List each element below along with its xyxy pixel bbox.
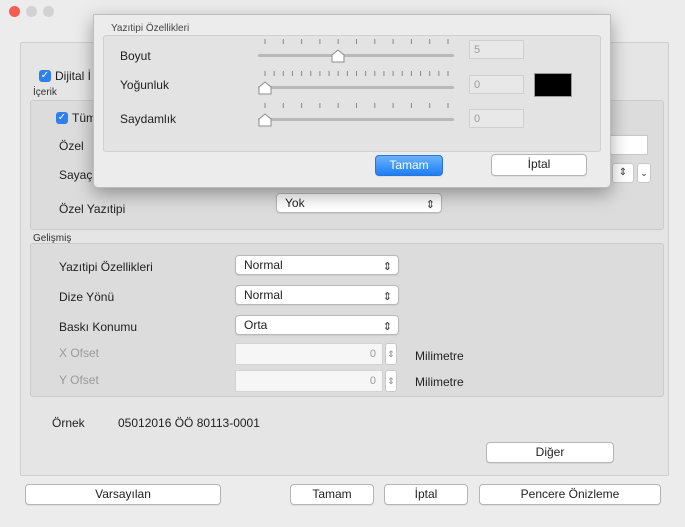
cancel-button[interactable]: İptal xyxy=(384,484,468,505)
font-properties-dialog: Yazıtipi Özellikleri Boyut 5 Yoğunluk 0 … xyxy=(93,14,611,188)
transparency-value-field[interactable]: 0 xyxy=(469,109,524,128)
sample-value: 05012016 ÖÖ 80113-0001 xyxy=(118,416,260,430)
popup-arrows-icon: ⇕ xyxy=(382,321,392,333)
x-offset-unit: Milimetre xyxy=(415,349,464,363)
popup-arrows-icon: ⇕ xyxy=(425,199,435,211)
font-props-label: Yazıtipi Özellikleri xyxy=(59,260,153,274)
custom-font-label: Özel Yazıtipi xyxy=(59,202,126,216)
transparency-slider[interactable] xyxy=(254,99,459,129)
popup-arrows-icon: ⇕ xyxy=(382,291,392,303)
all-checkbox[interactable]: ✓ xyxy=(56,112,68,124)
dialog-ok-button[interactable]: Tamam xyxy=(375,155,443,176)
print-position-popup[interactable]: Orta ⇕ xyxy=(235,315,399,335)
counter-dropdown-arrow[interactable]: ⌄ xyxy=(637,163,651,183)
transparency-slider-track xyxy=(258,118,454,121)
x-offset-value: 0 xyxy=(369,348,376,360)
size-slider-knob[interactable] xyxy=(331,49,345,63)
size-slider-track xyxy=(258,54,454,57)
dialog-title: Yazıtipi Özellikleri xyxy=(111,23,190,34)
density-slider[interactable] xyxy=(254,67,459,97)
font-props-value: Normal xyxy=(244,258,283,272)
x-offset-field[interactable]: 0 xyxy=(235,343,383,365)
transparency-slider-ticks xyxy=(264,103,449,108)
density-slider-track xyxy=(258,86,454,89)
minimize-window-button[interactable] xyxy=(26,6,37,17)
string-direction-popup[interactable]: Normal ⇕ xyxy=(235,285,399,305)
size-label: Boyut xyxy=(120,49,151,63)
y-offset-value: 0 xyxy=(369,375,376,387)
density-slider-ticks xyxy=(264,71,449,76)
string-direction-value: Normal xyxy=(244,288,283,302)
density-slider-knob[interactable] xyxy=(258,81,272,95)
transparency-label: Saydamlık xyxy=(120,112,177,126)
zoom-window-button[interactable] xyxy=(43,6,54,17)
print-position-value: Orta xyxy=(244,318,268,332)
counter-popup-arrows[interactable]: ⇕ xyxy=(612,163,634,183)
print-position-label: Baskı Konumu xyxy=(59,320,138,334)
custom-label: Özel xyxy=(59,139,84,153)
other-button[interactable]: Diğer xyxy=(486,442,614,463)
dijital-checkbox[interactable]: ✓ xyxy=(39,70,51,82)
y-offset-stepper[interactable]: ⇕ xyxy=(385,370,397,392)
close-window-button[interactable] xyxy=(9,6,20,17)
color-swatch[interactable] xyxy=(534,73,572,97)
window-preview-button[interactable]: Pencere Önizleme xyxy=(479,484,661,505)
x-offset-stepper[interactable]: ⇕ xyxy=(385,343,397,365)
size-slider[interactable] xyxy=(254,35,459,65)
dialog-cancel-button[interactable]: İptal xyxy=(491,154,587,176)
sample-label: Örnek xyxy=(52,416,85,430)
transparency-slider-knob[interactable] xyxy=(258,113,272,127)
ok-button[interactable]: Tamam xyxy=(290,484,374,505)
defaults-button[interactable]: Varsayılan xyxy=(25,484,221,505)
counter-label: Sayaç xyxy=(59,168,93,182)
custom-font-value: Yok xyxy=(285,196,305,210)
y-offset-label: Y Ofset xyxy=(59,373,99,387)
popup-arrows-icon: ⇕ xyxy=(382,261,392,273)
size-value-field[interactable]: 5 xyxy=(469,40,524,59)
custom-text-field[interactable] xyxy=(608,135,648,155)
density-value-field[interactable]: 0 xyxy=(469,75,524,94)
size-slider-ticks xyxy=(264,39,449,44)
density-label: Yoğunluk xyxy=(120,78,169,92)
dijital-checkbox-label: Dijital İ xyxy=(55,69,92,83)
y-offset-field[interactable]: 0 xyxy=(235,370,383,392)
content-group-title: İçerik xyxy=(33,87,57,98)
string-direction-label: Dize Yönü xyxy=(59,290,115,304)
font-props-popup[interactable]: Normal ⇕ xyxy=(235,255,399,275)
x-offset-label: X Ofset xyxy=(59,346,100,360)
custom-font-popup[interactable]: Yok ⇕ xyxy=(276,193,442,213)
y-offset-unit: Milimetre xyxy=(415,375,464,389)
